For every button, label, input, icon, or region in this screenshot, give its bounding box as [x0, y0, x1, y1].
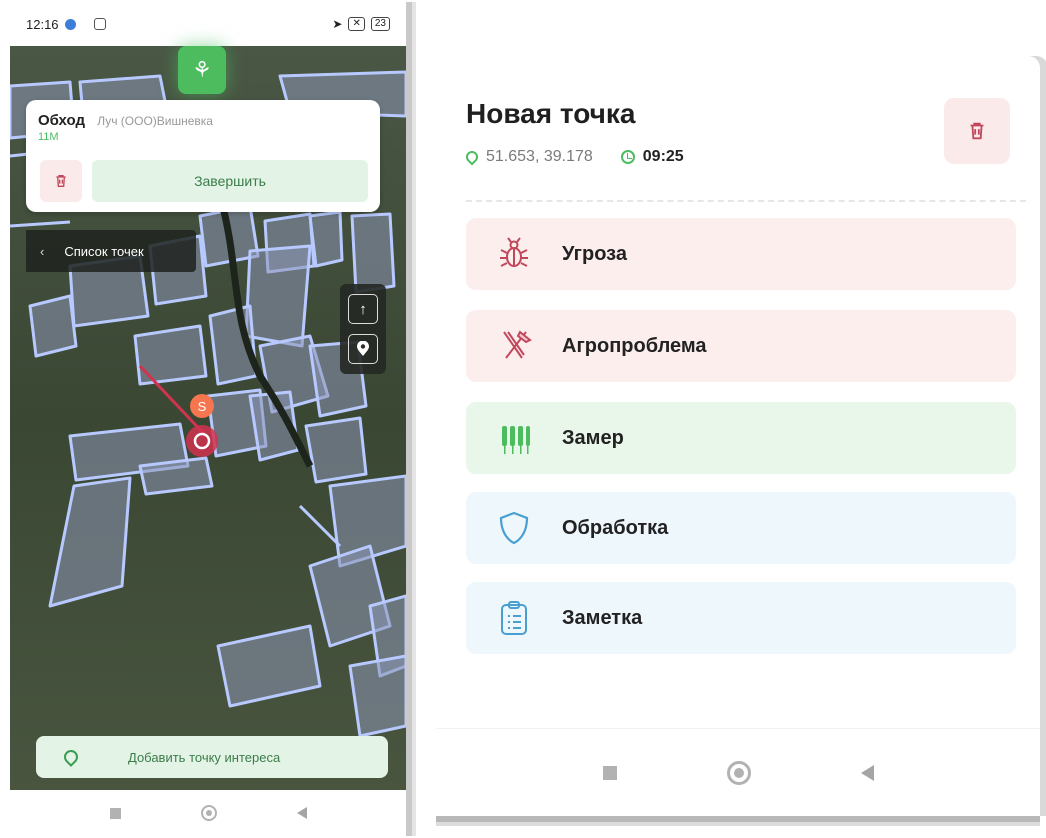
category-treatment-button[interactable]: Обработка — [466, 492, 1016, 564]
category-agroproblem-label: Агропроблема — [562, 334, 707, 357]
my-location-button[interactable] — [348, 334, 378, 364]
add-poi-label: Добавить точку интереса — [128, 749, 281, 765]
walk-farm: Луч (ООО)Вишневка — [97, 114, 213, 128]
walk-distance: 11М — [38, 131, 59, 143]
delete-point-button[interactable] — [944, 98, 1010, 164]
wheat-icon — [494, 418, 534, 458]
new-point-time: 09:25 — [642, 148, 684, 165]
back-button[interactable] — [860, 764, 874, 781]
points-list-button[interactable]: ‹ Список точек — [26, 230, 196, 272]
recents-button[interactable] — [602, 765, 617, 780]
system-nav-bar — [436, 728, 1040, 816]
status-icons: ➤ ✕ 23 — [332, 17, 390, 31]
clipboard-icon — [494, 598, 534, 638]
map-screen: 12:16 ➤ ✕ 23 S ⚘ Обход Луч (ООО)Вишневка… — [10, 2, 406, 836]
chevron-left-icon: ‹ — [40, 243, 45, 259]
trash-icon — [56, 175, 66, 187]
tools-icon — [494, 326, 534, 366]
north-arrow-button[interactable]: ↑ — [348, 294, 378, 324]
walk-actions: Завершить — [40, 160, 368, 202]
category-note-button[interactable]: Заметка — [466, 582, 1016, 654]
walk-title-text: Обход — [38, 112, 86, 129]
app-logo-icon: ⚘ — [178, 46, 226, 94]
new-point-title: Новая точка — [466, 98, 636, 129]
category-note-label: Заметка — [562, 606, 643, 629]
notification-icon — [93, 18, 106, 30]
points-list-label: Список точек — [64, 243, 144, 259]
home-button[interactable] — [200, 805, 217, 821]
finish-walk-button[interactable]: Завершить — [92, 160, 368, 202]
divider — [466, 200, 1026, 202]
weather-icon — [64, 18, 76, 30]
location-arrow-icon: ➤ — [332, 17, 343, 31]
pin-icon — [61, 747, 81, 767]
add-poi-button[interactable]: Добавить точку интереса — [36, 736, 388, 778]
category-measure-button[interactable]: Замер — [466, 402, 1016, 474]
delete-walk-button[interactable] — [40, 160, 82, 202]
bug-icon — [494, 234, 534, 274]
system-nav-bar — [10, 790, 406, 836]
signal-off-icon: ✕ — [348, 17, 365, 31]
arrow-up-icon: ↑ — [359, 300, 367, 318]
clock-icon — [620, 150, 635, 164]
category-threat-button[interactable]: Угроза — [466, 218, 1016, 290]
walk-card: Обход Луч (ООО)Вишневка 11М Завершить — [26, 100, 380, 212]
location-pin-icon — [357, 341, 369, 356]
back-button[interactable] — [296, 807, 307, 819]
category-threat-label: Угроза — [562, 242, 627, 265]
category-treatment-label: Обработка — [562, 516, 669, 539]
map-controls: ↑ — [340, 284, 386, 374]
map-marker-label[interactable]: S — [198, 399, 207, 414]
category-measure-label: Замер — [562, 426, 624, 449]
coords-pin-icon — [463, 148, 481, 166]
new-point-meta: 51.653, 39.178 09:25 — [463, 148, 684, 166]
status-time: 12:16 — [26, 16, 59, 32]
shield-icon — [494, 508, 534, 548]
category-agroproblem-button[interactable]: Агропроблема — [466, 310, 1016, 382]
new-point-coords: 51.653, 39.178 — [486, 148, 593, 165]
status-bar: 12:16 ➤ ✕ 23 — [10, 2, 406, 46]
battery-icon: 23 — [370, 17, 390, 31]
trash-icon — [970, 122, 984, 140]
walk-title: Обход Луч (ООО)Вишневка — [38, 112, 368, 129]
new-point-sheet: Новая точка 51.653, 39.178 09:25 Угроза — [436, 56, 1040, 816]
recents-button[interactable] — [109, 807, 121, 819]
home-button[interactable] — [726, 760, 751, 785]
